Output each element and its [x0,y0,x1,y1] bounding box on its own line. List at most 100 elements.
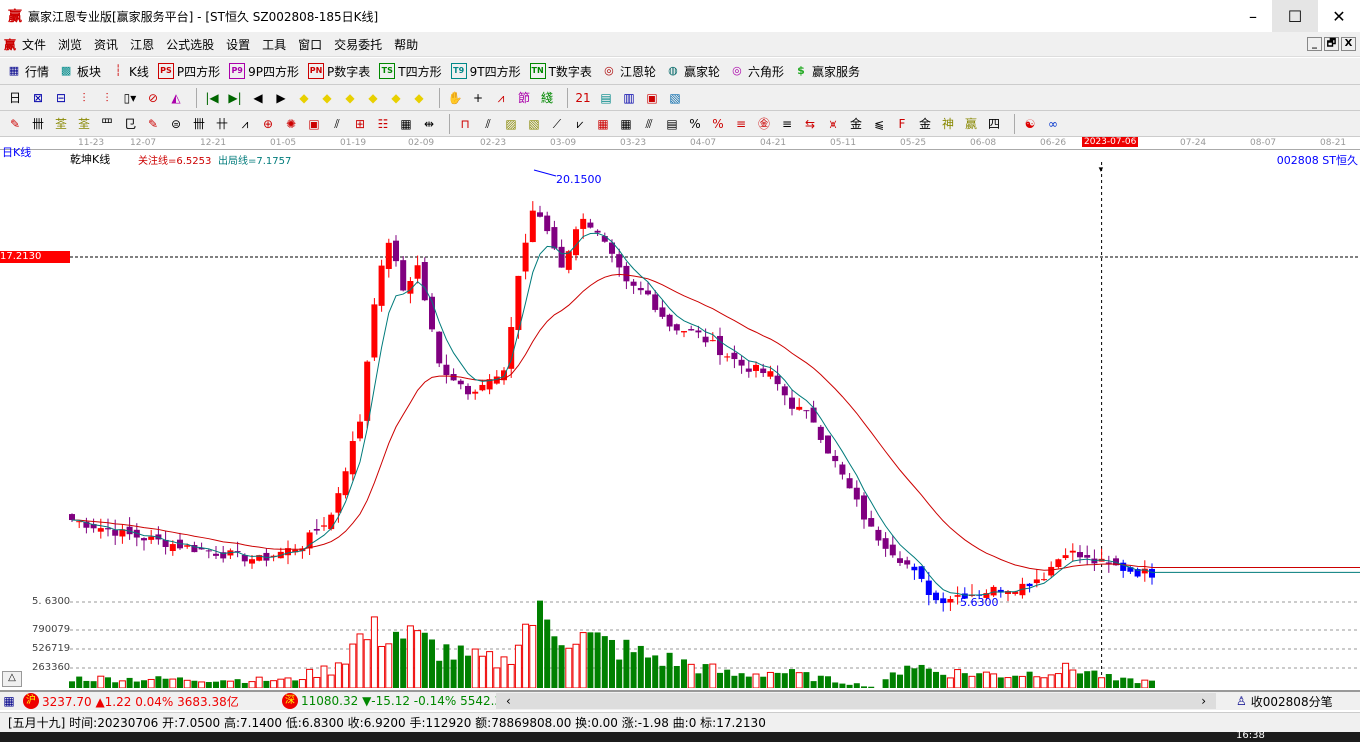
nav-tool-1-icon[interactable]: ⊠ [29,89,47,107]
draw-tool-2-icon[interactable]: 荃 [52,115,70,133]
draw-tool-32-icon[interactable]: ㊎ [755,115,773,133]
draw-tool-29-icon[interactable]: % [686,115,704,133]
menu-item[interactable]: 公式选股 [166,36,214,53]
toolbar-9p-square-button[interactable]: P9 9P四方形 [229,63,299,80]
draw-tool-17-icon[interactable]: ▦ [397,115,415,133]
draw-tool-44-icon[interactable]: ∞ [1044,115,1062,133]
draw-tool-38-icon[interactable]: F [893,115,911,133]
minimize-button[interactable]: – [1230,0,1276,32]
horizontal-scrollbar[interactable]: ‹ › [496,693,1216,709]
close-button[interactable]: ✕ [1316,0,1360,32]
draw-tool-3-icon[interactable]: 荃 [75,115,93,133]
draw-tool-39-icon[interactable]: 金 [916,115,934,133]
draw-tool-0-icon[interactable]: ✎ [6,115,24,133]
kline-chart[interactable]: ▾ 日K线 乾坤K线 关注线=6.5253 出局线=7.1757 002808 … [0,146,1360,688]
draw-tool-25-icon[interactable]: ▦ [594,115,612,133]
nav-tool-7-icon[interactable]: ◭ [167,89,185,107]
toolbar-winner-wheel-button[interactable]: ◍ 赢家轮 [665,63,720,80]
draw-tool-12-icon[interactable]: ✺ [282,115,300,133]
draw-tool-34-icon[interactable]: ⇆ [801,115,819,133]
shanghai-index[interactable]: 3237.70 ▲1.22 0.04% 3683.38亿 [42,693,252,710]
draw-tool-8-icon[interactable]: 卌 [190,115,208,133]
quotes-icon[interactable]: ▦ [0,692,18,710]
menu-item[interactable]: 交易委托 [334,36,382,53]
menu-item[interactable]: 帮助 [394,36,418,53]
draw-tool-10-icon[interactable]: ⩘ [236,115,254,133]
draw-tool-28-icon[interactable]: ▤ [663,115,681,133]
draw-tool-36-icon[interactable]: 金 [847,115,865,133]
nav-tool-8-icon[interactable]: |◀ [203,89,221,107]
menu-item[interactable]: 资讯 [94,36,118,53]
mdi-minimize-button[interactable]: _ [1307,37,1322,51]
nav-tool-22-icon[interactable]: 綫 [538,89,556,107]
toolbar-t-number-table-button[interactable]: TN T数字表 [529,63,592,80]
menu-item[interactable]: 文件 [22,36,46,53]
nav-tool-27-icon[interactable]: ▧ [666,89,684,107]
nav-tool-9-icon[interactable]: ▶| [226,89,244,107]
menu-item[interactable]: 工具 [262,36,286,53]
nav-tool-12-icon[interactable]: ◆ [295,89,313,107]
draw-tool-23-icon[interactable]: ⟋ [548,115,566,133]
draw-tool-37-icon[interactable]: ⫹ [870,115,888,133]
nav-tool-10-icon[interactable]: ◀ [249,89,267,107]
draw-tool-14-icon[interactable]: ⫽ [328,115,346,133]
nav-tool-4-icon[interactable]: ⫶ [98,89,116,107]
maximize-button[interactable]: ☐ [1272,0,1318,32]
nav-tool-11-icon[interactable]: ▶ [272,89,290,107]
draw-tool-20-icon[interactable]: ⫽ [479,115,497,133]
nav-tool-24-icon[interactable]: ▤ [597,89,615,107]
draw-tool-35-icon[interactable]: ⩙ [824,115,842,133]
draw-tool-4-icon[interactable]: 罒 [98,115,116,133]
draw-tool-43-icon[interactable]: ☯ [1021,115,1039,133]
nav-tool-13-icon[interactable]: ◆ [318,89,336,107]
draw-tool-11-icon[interactable]: ⊕ [259,115,277,133]
nav-tool-5-icon[interactable]: ▯▾ [121,89,139,107]
toolbar-kline-button[interactable]: ┆ K线 [110,63,149,80]
draw-tool-33-icon[interactable]: ≡ [778,115,796,133]
expand-button[interactable]: △ [2,671,22,687]
nav-tool-2-icon[interactable]: ⊟ [52,89,70,107]
draw-tool-16-icon[interactable]: ☷ [374,115,392,133]
toolbar-winner-service-button[interactable]: $ 赢家服务 [793,63,860,80]
draw-tool-7-icon[interactable]: ⊜ [167,115,185,133]
nav-tool-16-icon[interactable]: ◆ [387,89,405,107]
draw-tool-40-icon[interactable]: 神 [939,115,957,133]
toolbar-p-number-table-button[interactable]: PN P数字表 [308,63,370,80]
toolbar-quotes-button[interactable]: ▦ 行情 [6,63,49,80]
menu-item[interactable]: 江恩 [130,36,154,53]
draw-tool-26-icon[interactable]: ▦ [617,115,635,133]
scroll-left-button[interactable]: ‹ [506,694,511,708]
draw-tool-31-icon[interactable]: ≡ [732,115,750,133]
mdi-close-button[interactable]: X [1341,37,1356,51]
draw-tool-19-icon[interactable]: ⊓ [456,115,474,133]
nav-tool-19-icon[interactable]: + [469,89,487,107]
mdi-restore-button[interactable]: 🗗 [1324,37,1339,51]
nav-tool-0-icon[interactable]: 日▾ [6,89,24,123]
menu-item[interactable]: 窗口 [298,36,322,53]
draw-tool-30-icon[interactable]: % [709,115,727,133]
nav-tool-14-icon[interactable]: ◆ [341,89,359,107]
draw-tool-9-icon[interactable]: 卄 [213,115,231,133]
toolbar-p-square-button[interactable]: PS P四方形 [157,63,220,80]
draw-tool-22-icon[interactable]: ▧ [525,115,543,133]
draw-tool-24-icon[interactable]: ⩗ [571,115,589,133]
shenzhen-index[interactable]: 11080.32 ▼-15.12 -0.14% 5542.38 [301,694,496,708]
nav-tool-21-icon[interactable]: 節 [515,89,533,107]
draw-tool-5-icon[interactable]: ⺋ [121,115,139,133]
tick-data-label[interactable]: 收002808分笔 [1251,693,1333,710]
nav-tool-23-icon[interactable]: 21 [574,89,592,107]
toolbar-9t-square-button[interactable]: T9 9T四方形 [450,63,521,80]
draw-tool-15-icon[interactable]: ⊞ [351,115,369,133]
nav-tool-18-icon[interactable]: ✋ [446,89,464,107]
nav-tool-17-icon[interactable]: ◆ [410,89,428,107]
toolbar-t-square-button[interactable]: TS T四方形 [379,63,442,80]
menu-item[interactable]: 设置 [226,36,250,53]
nav-tool-15-icon[interactable]: ◆ [364,89,382,107]
draw-tool-27-icon[interactable]: ⫻ [640,115,658,133]
chart-canvas[interactable]: ▾ [0,150,1360,688]
nav-tool-25-icon[interactable]: ▥ [620,89,638,107]
nav-tool-6-icon[interactable]: ⊘ [144,89,162,107]
nav-tool-3-icon[interactable]: ⫶ [75,89,93,107]
toolbar-hexagon-button[interactable]: ◎ 六角形 [729,63,784,80]
nav-tool-20-icon[interactable]: ⩘ [492,89,510,107]
